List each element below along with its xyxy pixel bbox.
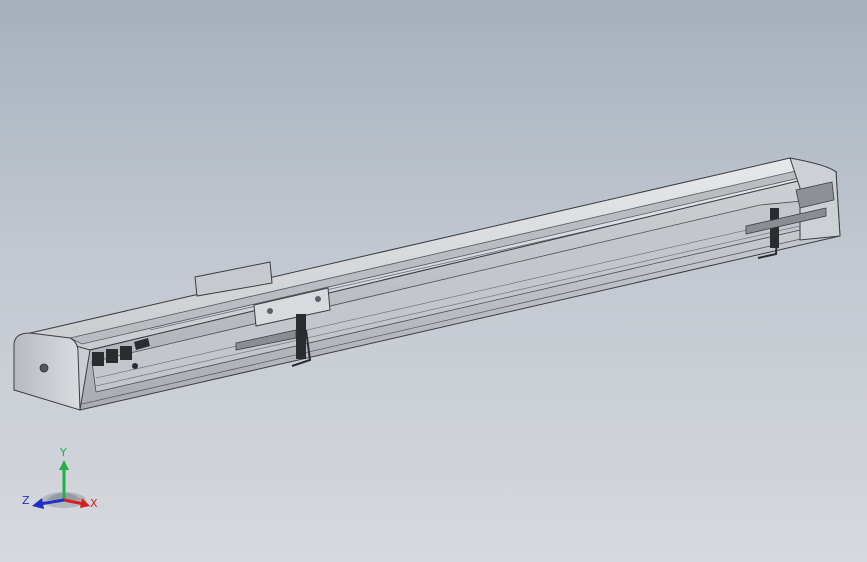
- carriage-hole-right: [315, 296, 321, 302]
- z-axis-label: Z: [22, 494, 30, 507]
- axis-triad[interactable]: Y X Z: [20, 440, 110, 520]
- switch-screw: [132, 363, 138, 369]
- left-end-cap: [13, 332, 81, 411]
- linear-module-model[interactable]: [0, 0, 867, 562]
- switch-block-2: [106, 349, 118, 363]
- x-axis-label: X: [90, 497, 98, 510]
- carriage-hole-left: [267, 308, 273, 314]
- z-axis-arrow-icon: [32, 498, 44, 509]
- y-axis-arrow-icon: [59, 460, 69, 470]
- switch-block-1: [92, 352, 104, 366]
- end-cap-bore: [39, 363, 49, 373]
- graphics-viewport[interactable]: Y X Z: [0, 0, 867, 562]
- sensor-bracket-left: [296, 314, 306, 359]
- y-axis-label: Y: [59, 446, 67, 459]
- switch-block-3: [120, 346, 132, 360]
